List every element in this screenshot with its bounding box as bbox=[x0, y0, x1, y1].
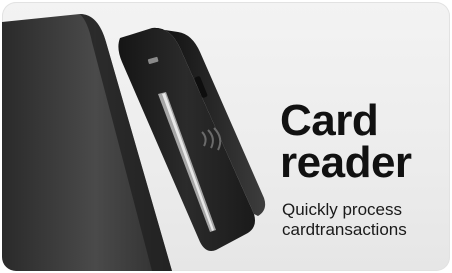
card-subtitle: Quickly process cardtransactions bbox=[282, 200, 407, 240]
card-subtitle-line1: Quickly process bbox=[282, 200, 402, 219]
card-reader-tile[interactable]: Card reader Quickly process cardtransact… bbox=[2, 2, 450, 271]
card-title: Card reader bbox=[280, 96, 412, 187]
card-title-line1: Card bbox=[280, 96, 379, 145]
card-subtitle-line2: cardtransactions bbox=[282, 220, 407, 239]
card-title-line2: reader bbox=[280, 138, 412, 187]
